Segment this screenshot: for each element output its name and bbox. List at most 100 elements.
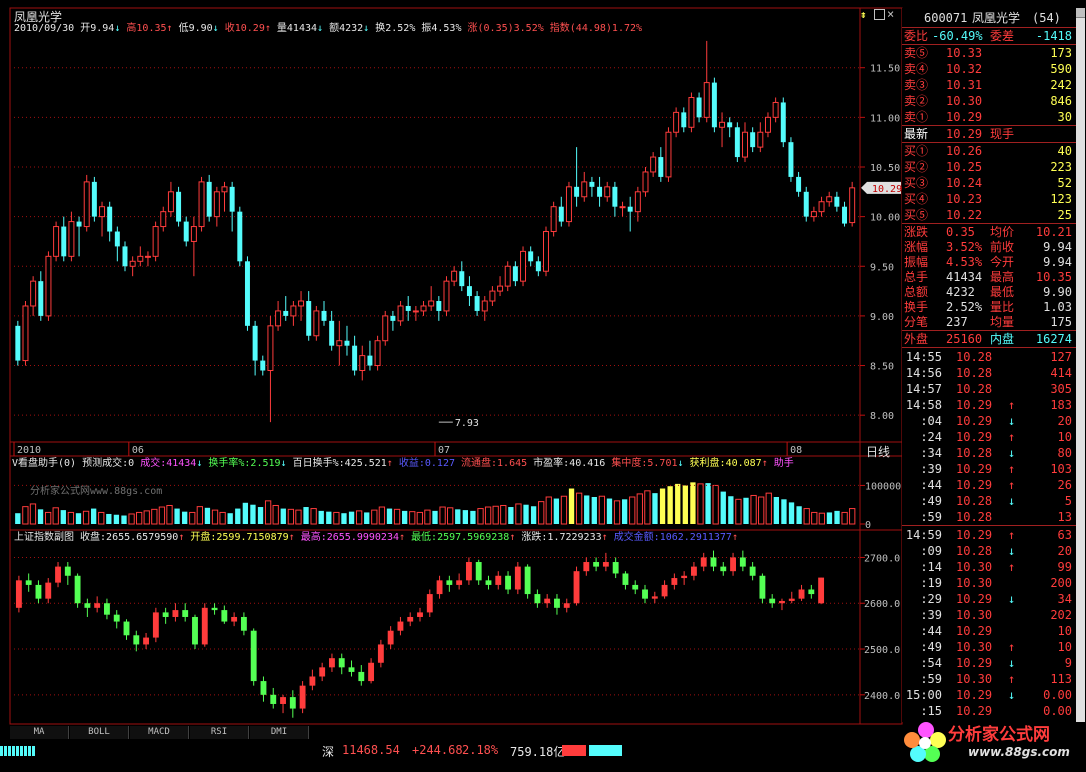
volume-bar [796,506,802,524]
stat-value: 4232 [946,285,975,299]
volume-title: V看盘助手(0) [12,458,77,469]
weicha-value: -1418 [1035,29,1072,43]
close-icon[interactable]: × [887,7,894,21]
volume-label: 百日换手%:425.521 [292,458,387,469]
x-tick-label: 2010 [17,445,41,456]
tab-boll[interactable]: BOLL [70,726,129,739]
index-body [749,566,756,576]
tick-time: :59 [920,672,942,686]
tick-volume: 99 [1057,560,1072,574]
tick-time: :49 [920,494,942,508]
index-body [573,571,580,604]
tick-volume: 10 [1057,430,1072,444]
tick-row: 14:56 10.28 414 [902,365,1076,381]
index-body [642,589,648,599]
vertical-scrollbar[interactable] [1076,8,1085,722]
info-change: 涨(0.35)3.52% [467,23,544,34]
outer-value: 25160 [946,332,983,346]
stat-value: 41434 [946,270,983,284]
index-label: 开盘:2599.7150879 [190,532,289,543]
volume-bar [257,507,264,524]
last-price-label: 10.29 [872,184,902,195]
tab-dmi[interactable]: DMI [250,726,309,739]
tick-time: :54 [920,656,942,670]
candle-body [183,221,189,242]
candle-body [459,271,465,287]
y-tick-label: 9.50 [870,262,894,273]
volume-label: 市盈率:40.416 [533,458,606,469]
pin-icon[interactable]: ⇟ [860,8,867,21]
tick-row: :44 10.29 10 [902,623,1076,639]
candle-body [565,186,572,223]
index-body [671,578,678,585]
tick-time: 15:00 [905,688,942,702]
tick-price: 10.30 [956,640,993,654]
info-high: 高10.35 [126,23,167,34]
stat-label: 分笔 [904,315,929,329]
volume-bar [841,511,848,525]
index-body [309,676,316,686]
volume-bar [264,500,272,525]
tick-time: :49 [920,640,942,654]
volume-bar [849,508,856,525]
bid-row: 买④ 10.23 123 [902,191,1076,207]
index-body [739,557,746,567]
candle-body [352,345,358,371]
tick-volume: 0.00 [1043,688,1072,702]
main-candles [14,40,860,423]
candle-body [321,310,327,321]
logo-text: 分析家公式网 [948,725,1050,745]
tab-rsi[interactable]: RSI [190,726,249,739]
stat-label: 前收 [990,240,1015,254]
tick-price: 10.30 [956,576,993,590]
candle-body [283,310,289,316]
volume-bar [409,511,416,525]
volume-bar [728,496,734,524]
volume-bar [287,508,295,525]
index-body [759,575,766,599]
candle-body [107,206,113,232]
tick-price: 10.29 [956,478,993,492]
quote-panel: 600071 凤凰光学 (54) 委比 -60.49% 委差 -1418 卖⑤ 1… [902,8,1076,722]
tab-macd[interactable]: MACD [130,726,189,739]
period-label[interactable]: 日线 [866,443,890,460]
tick-time: :04 [920,414,942,428]
tick-price: 10.28 [956,494,993,508]
candle-body [834,196,840,207]
index-body [426,594,433,613]
tick-arrow-icon: ↑ [1008,462,1016,476]
candle-body [221,186,228,193]
candle-body [367,355,373,366]
volume-bar [560,495,568,525]
tick-volume: 414 [1050,366,1072,380]
restore-icon[interactable] [874,9,885,20]
tick-row: :24 10.29 ↑ 10 [902,429,1076,445]
index-body [192,616,198,645]
tick-volume: 20 [1057,544,1072,558]
index-body [808,589,815,595]
index-body [612,562,619,574]
index-body [818,577,825,604]
tick-volume: 10 [1057,640,1072,654]
quote-header: 600071 凤凰光学 (54) [902,10,1076,26]
candle-body [390,315,396,321]
candle-body [574,186,580,197]
last-row: 最新 10.29 现手 [902,126,1076,142]
candle-body [405,305,411,311]
volume-bar [523,504,529,524]
candle-body [481,300,488,312]
volume-bar [758,496,765,525]
candle-body [642,171,649,193]
tab-ma[interactable]: MA [10,726,69,739]
candle-body [76,221,82,227]
tick-price: 10.28 [956,366,993,380]
volume-bar [508,507,514,524]
scroll-up-icon[interactable] [1076,8,1085,18]
tick-arrow-icon: ↑ [1008,672,1016,686]
ask-label: 卖⑤ [904,46,929,60]
tick-price: 10.30 [956,672,993,686]
stock-code: 600071 [924,11,968,25]
tick-price: 10.30 [956,608,993,622]
y-tick-label: 11.50 [870,64,900,75]
info-close: 收10.29 [224,23,265,34]
